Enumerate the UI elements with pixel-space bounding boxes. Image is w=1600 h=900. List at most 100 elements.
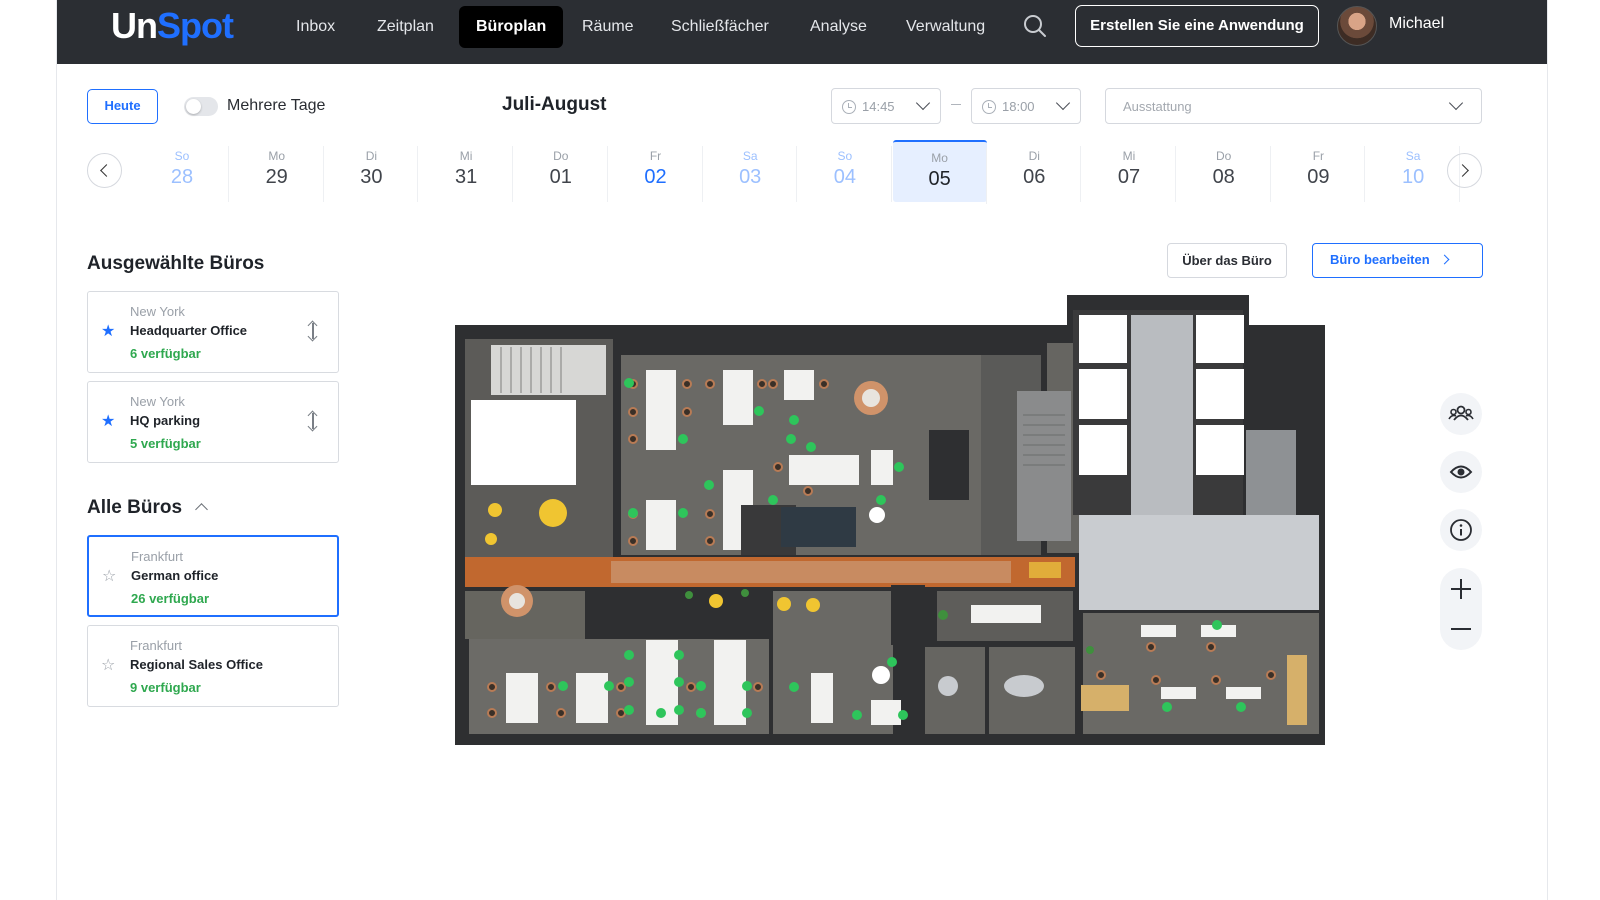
zoom-out-button[interactable] [1440,609,1482,650]
date-weekday: Sa [742,149,758,163]
office-availability: 6 verfügbar [130,346,201,361]
reorder-handle-icon[interactable] [312,323,314,339]
date-day-number: 06 [1023,166,1046,188]
nav-item-verwaltung[interactable]: Verwaltung [889,6,1002,48]
date-weekday: Mo [931,151,948,165]
date-weekday: Di [365,149,378,163]
date-cell-01[interactable]: Do 01 [514,140,608,202]
visibility-toggle-button[interactable] [1440,451,1482,493]
office-card-hq-parking[interactable]: ★ New York HQ parking 5 verfügbar [87,381,339,463]
nav-item-schliessfaecher[interactable]: Schließfächer [654,6,786,48]
zoom-in-icon [1451,579,1471,599]
date-cell-29[interactable]: Mo 29 [230,140,324,202]
date-day-number: 01 [549,166,572,188]
date-cell-07[interactable]: Mi 07 [1082,140,1176,202]
office-city: Frankfurt [130,638,183,653]
date-day-number: 02 [644,166,667,188]
date-day-number: 28 [170,166,194,188]
office-availability: 5 verfügbar [130,436,201,451]
about-office-button[interactable]: Über das Büro [1167,243,1287,278]
chevron-down-icon [1055,95,1071,111]
chevron-up-icon[interactable] [195,503,208,516]
date-day-number: 05 [928,168,951,190]
office-city: New York [130,304,185,319]
people-icon [1448,405,1474,421]
previous-dates-button[interactable] [87,153,122,188]
date-weekday: Do [1216,149,1232,163]
date-cell-06[interactable]: Di 06 [987,140,1082,202]
office-card-headquarter[interactable]: ★ New York Headquarter Office 6 verfügba… [87,291,339,373]
date-day-number: 04 [833,166,857,188]
office-card-german-office[interactable]: ☆ Frankfurt German office 26 verfügbar [87,535,339,617]
date-weekday: So [174,149,190,163]
chevron-down-icon [1448,95,1464,111]
office-name: HQ parking [130,413,201,428]
date-cell-31[interactable]: Mi 31 [419,140,514,202]
date-cell-05[interactable]: Mo 05 [892,140,987,204]
date-weekday: Mi [459,149,473,163]
chevron-down-icon [915,95,931,111]
date-weekday: Mi [1122,149,1136,163]
date-cell-04[interactable]: So 04 [798,140,892,202]
next-dates-button[interactable] [1447,153,1482,188]
month-label: Juli-August [502,94,607,115]
office-name: German office [131,568,219,583]
date-cell-08[interactable]: Do 08 [1177,140,1271,202]
people-filter-button[interactable] [1440,393,1482,435]
nav-item-bueroplan[interactable]: Büroplan [459,6,564,48]
date-cell-30[interactable]: Di 30 [324,140,419,202]
office-availability: 26 verfügbar [131,591,210,606]
nav-item-analyse[interactable]: Analyse [793,6,884,48]
date-cell-28[interactable]: So 28 [135,140,229,202]
info-icon [1450,519,1472,541]
zoom-in-button[interactable] [1440,568,1482,609]
star-filled-icon[interactable]: ★ [101,324,115,340]
date-cell-03[interactable]: Sa 03 [703,140,798,202]
star-outline-icon[interactable]: ☆ [102,569,116,585]
date-day-number: 07 [1117,166,1141,188]
zoom-out-icon [1451,628,1471,630]
multi-day-toggle[interactable] [184,97,218,116]
today-button[interactable]: Heute [87,89,158,124]
floor-plan-map[interactable] [451,295,1325,745]
office-city: Frankfurt [131,549,184,564]
time-to-select[interactable]: 18:00 [971,88,1081,124]
create-application-button[interactable]: Erstellen Sie eine Anwendung [1075,5,1319,47]
reorder-handle-icon[interactable] [312,413,314,429]
time-from-value: 14:45 [862,99,895,114]
date-day-number: 30 [360,166,383,188]
equipment-select[interactable]: Ausstattung [1105,88,1482,124]
date-day-number: 10 [1401,166,1425,188]
star-outline-icon[interactable]: ☆ [101,658,115,674]
date-cell-10[interactable]: Sa 10 [1366,140,1461,202]
date-cell-02[interactable]: Fr 02 [609,140,703,202]
date-cell-09[interactable]: Fr 09 [1271,140,1366,202]
time-from-select[interactable]: 14:45 [831,88,941,124]
equipment-placeholder: Ausstattung [1123,99,1192,114]
logo-part-2: Spot [157,5,234,46]
app-window: UnSpot Inbox Zeitplan Büroplan Räume Sch… [56,0,1548,900]
date-weekday: Di [1028,149,1040,163]
nav-item-inbox[interactable]: Inbox [279,6,352,48]
office-city: New York [130,394,185,409]
selected-offices-title: Ausgewählte Büros [87,253,265,274]
logo-part-1: Un [111,5,158,46]
star-filled-icon[interactable]: ★ [101,414,115,430]
top-navigation: UnSpot Inbox Zeitplan Büroplan Räume Sch… [57,0,1547,64]
edit-office-button[interactable]: Büro bearbeiten [1312,243,1483,278]
nav-item-raeume[interactable]: Räume [565,6,651,48]
office-card-regional-sales[interactable]: ☆ Frankfurt Regional Sales Office 9 verf… [87,625,339,707]
nav-item-zeitplan[interactable]: Zeitplan [360,6,451,48]
all-offices-title[interactable]: Alle Büros [87,497,182,519]
clock-icon [842,100,856,114]
chevron-left-icon [100,164,113,177]
user-avatar[interactable] [1337,6,1377,46]
office-name: Headquarter Office [130,323,248,338]
date-day-number: 09 [1307,166,1330,188]
time-to-value: 18:00 [1002,99,1035,114]
unspot-logo[interactable]: UnSpot [111,5,234,47]
user-name[interactable]: Michael [1389,15,1444,33]
map-info-button[interactable] [1440,509,1482,551]
search-icon[interactable] [1022,13,1048,39]
chevron-right-icon [1456,164,1469,177]
